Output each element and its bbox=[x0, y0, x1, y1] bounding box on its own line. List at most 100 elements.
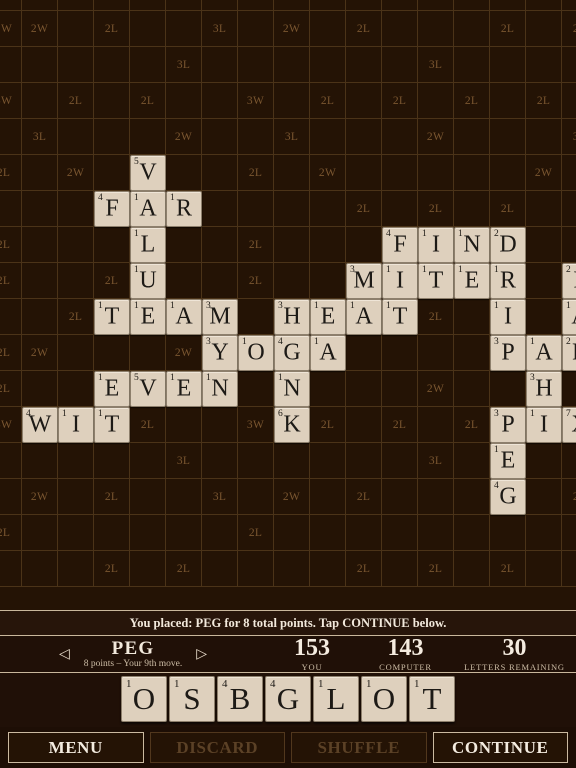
board-square[interactable] bbox=[490, 155, 526, 191]
board-square[interactable] bbox=[562, 155, 576, 191]
board-square[interactable] bbox=[202, 119, 238, 155]
bonus-square-2l[interactable]: 2L bbox=[346, 479, 382, 515]
board-square[interactable] bbox=[526, 299, 562, 335]
board-tile[interactable]: 3H bbox=[274, 299, 310, 335]
bonus-square-2w[interactable]: 2W bbox=[22, 335, 58, 371]
board-square[interactable] bbox=[562, 371, 576, 407]
board-tile[interactable]: 1E bbox=[130, 299, 166, 335]
game-board[interactable]: 2W2W2L3L2W2L2L2L3L3L3W2L2L3W2L2L2L2L3L2W… bbox=[0, 0, 576, 610]
board-tile[interactable]: 1I bbox=[418, 227, 454, 263]
board-square[interactable] bbox=[130, 119, 166, 155]
bonus-square-2l[interactable]: 2L bbox=[310, 83, 346, 119]
rack-tile[interactable]: 1O bbox=[121, 676, 167, 722]
bonus-square-2l[interactable]: 2L bbox=[562, 479, 576, 515]
board-square[interactable] bbox=[562, 443, 576, 479]
board-tile[interactable]: 1E bbox=[94, 371, 130, 407]
board-square[interactable] bbox=[418, 83, 454, 119]
board-tile[interactable]: 1A bbox=[166, 299, 202, 335]
board-square[interactable] bbox=[58, 191, 94, 227]
board-square[interactable] bbox=[238, 371, 274, 407]
bonus-square-2l[interactable]: 2L bbox=[454, 407, 490, 443]
bonus-square-3l[interactable]: 3L bbox=[166, 47, 202, 83]
bonus-square-3l[interactable]: 3L bbox=[418, 47, 454, 83]
board-square[interactable] bbox=[454, 191, 490, 227]
bonus-square-2l[interactable]: 2L bbox=[94, 479, 130, 515]
board-tile[interactable]: 2D bbox=[490, 227, 526, 263]
bonus-square-2l[interactable]: 2L bbox=[94, 263, 130, 299]
board-square[interactable] bbox=[454, 155, 490, 191]
board-square[interactable] bbox=[22, 551, 58, 587]
board-square[interactable] bbox=[58, 479, 94, 515]
board-square[interactable] bbox=[58, 0, 94, 11]
bonus-square-3l[interactable]: 3L bbox=[418, 443, 454, 479]
board-square[interactable] bbox=[202, 83, 238, 119]
rack-tile[interactable]: 1L bbox=[313, 676, 359, 722]
bonus-square-2l[interactable]: 2L bbox=[454, 83, 490, 119]
rack-tile[interactable]: 1S bbox=[169, 676, 215, 722]
bonus-square-3w[interactable]: 3W bbox=[238, 83, 274, 119]
board-square[interactable] bbox=[454, 119, 490, 155]
board-square[interactable] bbox=[202, 263, 238, 299]
bonus-square-2l[interactable]: 2L bbox=[346, 551, 382, 587]
bonus-square-2l[interactable]: 2L bbox=[0, 371, 22, 407]
board-tile[interactable]: 3Y bbox=[202, 335, 238, 371]
bonus-square-2w[interactable]: 2W bbox=[22, 479, 58, 515]
bonus-square-2l[interactable]: 2L bbox=[490, 191, 526, 227]
bonus-square-2w[interactable]: 2W bbox=[274, 479, 310, 515]
board-square[interactable] bbox=[58, 263, 94, 299]
board-square[interactable] bbox=[58, 11, 94, 47]
board-tile[interactable]: 1A bbox=[526, 335, 562, 371]
board-square[interactable] bbox=[418, 155, 454, 191]
board-tile[interactable]: 4G bbox=[274, 335, 310, 371]
board-square[interactable] bbox=[526, 551, 562, 587]
board-square[interactable] bbox=[130, 335, 166, 371]
bonus-square-2l[interactable]: 2L bbox=[526, 83, 562, 119]
board-square[interactable] bbox=[310, 479, 346, 515]
board-square[interactable] bbox=[382, 191, 418, 227]
board-square[interactable] bbox=[166, 11, 202, 47]
board-tile[interactable]: 3M bbox=[346, 263, 382, 299]
bonus-square-3l[interactable]: 3L bbox=[202, 479, 238, 515]
board-square[interactable] bbox=[382, 11, 418, 47]
board-square[interactable] bbox=[274, 443, 310, 479]
bonus-square-2l[interactable]: 2L bbox=[130, 83, 166, 119]
bonus-square-2l[interactable]: 2L bbox=[346, 11, 382, 47]
board-square[interactable] bbox=[0, 47, 22, 83]
board-square[interactable] bbox=[418, 11, 454, 47]
bonus-square-3l[interactable]: 3L bbox=[22, 119, 58, 155]
board-square[interactable] bbox=[22, 0, 58, 11]
board-square[interactable] bbox=[526, 227, 562, 263]
board-square[interactable] bbox=[346, 83, 382, 119]
board-square[interactable] bbox=[454, 443, 490, 479]
board-square[interactable] bbox=[418, 407, 454, 443]
board-tile[interactable]: 1A bbox=[310, 335, 346, 371]
bonus-square-2l[interactable]: 2L bbox=[238, 263, 274, 299]
board-square[interactable] bbox=[562, 83, 576, 119]
board-square[interactable] bbox=[22, 371, 58, 407]
board-square[interactable] bbox=[94, 0, 130, 11]
board-tile[interactable]: 3H bbox=[526, 371, 562, 407]
board-square[interactable] bbox=[202, 407, 238, 443]
board-square[interactable] bbox=[166, 479, 202, 515]
bonus-square-2l[interactable]: 2L bbox=[346, 191, 382, 227]
board-square[interactable] bbox=[526, 443, 562, 479]
board-square[interactable] bbox=[490, 371, 526, 407]
board-square[interactable] bbox=[22, 299, 58, 335]
board-square[interactable] bbox=[58, 443, 94, 479]
board-square[interactable] bbox=[490, 47, 526, 83]
board-square[interactable] bbox=[382, 551, 418, 587]
bonus-square-3l[interactable]: 3L bbox=[166, 443, 202, 479]
board-tile[interactable]: 1N bbox=[454, 227, 490, 263]
board-square[interactable] bbox=[310, 0, 346, 11]
board-tile[interactable]: 7X bbox=[562, 407, 576, 443]
board-square[interactable] bbox=[130, 11, 166, 47]
rack-tile[interactable]: 1T bbox=[409, 676, 455, 722]
board-tile[interactable]: 1A bbox=[562, 299, 576, 335]
board-tile[interactable]: 1I bbox=[526, 407, 562, 443]
board-square[interactable] bbox=[382, 119, 418, 155]
bonus-square-2w[interactable]: 2W bbox=[274, 11, 310, 47]
board-tile[interactable]: 1A bbox=[346, 299, 382, 335]
board-square[interactable] bbox=[130, 515, 166, 551]
board-square[interactable] bbox=[22, 47, 58, 83]
bonus-square-3l[interactable]: 3L bbox=[274, 119, 310, 155]
